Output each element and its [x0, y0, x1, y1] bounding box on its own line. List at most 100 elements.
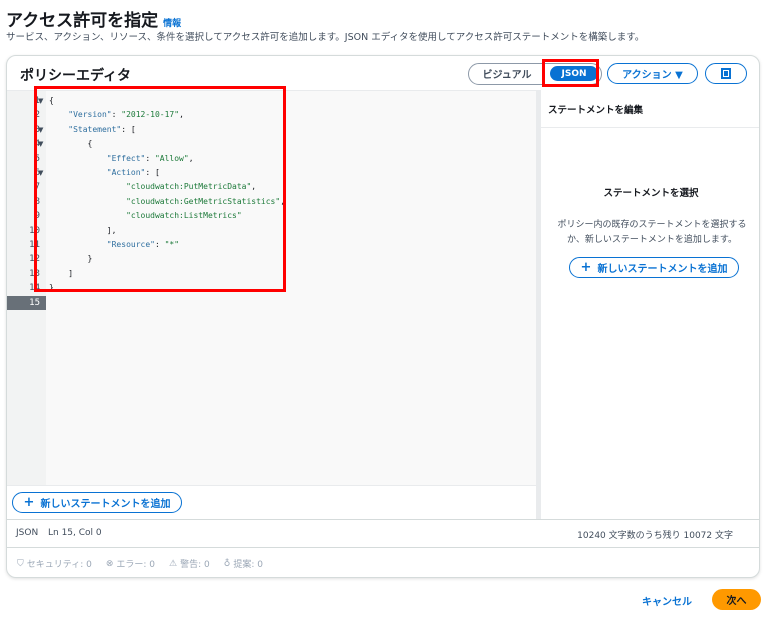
fullscreen-button[interactable] [705, 63, 747, 84]
code-token: "Effect" [106, 153, 146, 163]
code-token: , [280, 196, 286, 206]
plus-icon: + [23, 495, 35, 510]
code-token: : [145, 153, 155, 163]
code-token: ] [49, 268, 74, 278]
json-mode-button[interactable]: JSON [550, 66, 598, 81]
warning-count[interactable]: ⚠ 警告: 0 [169, 557, 210, 571]
code-token: ], [49, 225, 117, 235]
info-link[interactable]: 情報 [163, 16, 181, 29]
fullscreen-icon [721, 68, 731, 79]
code-line: { [49, 94, 529, 108]
page-title: アクセス許可を指定 [6, 11, 159, 31]
policy-editor-card: ポリシーエディタ ビジュアル JSON アクション ▼ 1 ▼ 2 3 ▼ 4 ▼ 5 6 ▼ 7 8… [6, 55, 760, 578]
line-number: 14 [29, 283, 40, 294]
code-line: "Resource": "*" [49, 238, 529, 252]
empty-title: ステートメントを選択 [603, 188, 699, 199]
line-number: 8 [34, 196, 40, 207]
code-line: "Effect": "Allow", [49, 152, 529, 166]
line-number: 13 [29, 268, 40, 279]
plus-icon: + [580, 260, 592, 275]
code-token: "Statement" [68, 124, 122, 134]
code-token: : [111, 110, 122, 120]
fold-arrow-icon[interactable]: ▼ [38, 140, 43, 148]
panel-add-statement-button[interactable]: + 新しいステートメントを追加 [569, 257, 739, 278]
code-token: , [251, 182, 257, 192]
code-token: { [49, 96, 54, 105]
code-line: "cloudwatch:PutMetricData", [49, 180, 529, 194]
line-number: 9 [34, 211, 40, 222]
code-line: } [49, 252, 529, 266]
cursor-position: Ln 15, Col 0 [48, 528, 102, 538]
security-count[interactable]: ⛉ セキュリティ: 0 [17, 557, 92, 571]
issues-bar: ⛉ セキュリティ: 0 ⊗ エラー: 0 ⚠ 警告: 0 ♁ 提案: 0 [7, 547, 759, 577]
code-editor[interactable]: 1 ▼ 2 3 ▼ 4 ▼ 5 6 ▼ 7 8 9 10 11 12 13 14 15 { "Version": "… [7, 90, 536, 485]
error-icon: ⊗ [105, 558, 114, 569]
code-token: "cloudwatch:PutMetricData" [126, 182, 252, 192]
line-number: 2 [34, 110, 40, 121]
code-line: "cloudwatch:ListMetrics" [49, 209, 529, 223]
line-number: 10 [29, 225, 40, 236]
line-number: 5 [34, 153, 40, 164]
code-token: "*" [164, 240, 180, 249]
line-gutter: 1 ▼ 2 3 ▼ 4 ▼ 5 6 ▼ 7 8 9 10 11 12 13 14 15 [7, 91, 46, 485]
code-line: "Action": [ [49, 166, 529, 180]
next-button[interactable]: 次へ [712, 589, 761, 610]
page-title-row: アクセス許可を指定 情報 [6, 6, 181, 31]
code-token: "Version" [68, 110, 112, 120]
language-label: JSON [16, 528, 39, 538]
code-token: : [ [145, 168, 160, 177]
statement-panel-title: ステートメントを編集 [541, 90, 759, 128]
page-description: サービス、アクション、リソース、条件を選択してアクセス許可を追加します。JSON… [6, 32, 645, 43]
code-token: { [49, 139, 93, 149]
warning-icon: ⚠ [169, 558, 178, 569]
line-number: 7 [34, 182, 40, 193]
shield-icon: ⛉ [17, 558, 24, 569]
code-line: "Version": "2012-10-17", [49, 108, 529, 122]
code-token: "cloudwatch:GetMetricStatistics" [126, 196, 281, 206]
code-line: { [49, 137, 529, 151]
suggestion-count[interactable]: ♁ 提案: 0 [223, 557, 263, 571]
code-token: , [179, 110, 184, 120]
line-number: 12 [29, 254, 40, 265]
add-statement-row: + 新しいステートメントを追加 [7, 485, 536, 519]
code-line: } [49, 281, 529, 295]
code-token: "Action" [106, 168, 146, 177]
fold-arrow-icon[interactable]: ▼ [38, 169, 43, 177]
code-line: "cloudwatch:GetMetricStatistics", [49, 195, 529, 209]
status-bar: JSON Ln 15, Col 0 10240 文字数のうち残り 10072 文… [7, 519, 759, 547]
fold-arrow-icon[interactable]: ▼ [38, 126, 43, 134]
code-line: ] [49, 267, 529, 281]
add-statement-button[interactable]: + 新しいステートメントを追加 [12, 492, 182, 513]
code-token: "2012-10-17" [121, 110, 180, 120]
line-number: 15 [7, 295, 46, 310]
code-token: "Allow" [154, 153, 189, 163]
error-count[interactable]: ⊗ エラー: 0 [105, 557, 155, 571]
code-token: : [ [121, 124, 136, 134]
code-token: } [49, 254, 93, 264]
actions-dropdown[interactable]: アクション ▼ [607, 63, 698, 84]
card-title: ポリシーエディタ [20, 68, 132, 84]
code-token: } [49, 283, 54, 293]
mode-toggle: ビジュアル JSON [468, 63, 602, 85]
code-token: : [154, 240, 165, 249]
statement-panel: ステートメントを編集 ステートメントを選択 ポリシー内の既存のステートメントを選… [541, 90, 759, 519]
visual-mode-button[interactable]: ビジュアル [469, 64, 545, 83]
empty-text: ポリシー内の既存のステートメントを選択するか、新しいステートメントを追加します。 [557, 220, 747, 245]
code-token: "Resource" [106, 240, 155, 249]
fold-arrow-icon[interactable]: ▼ [38, 97, 43, 105]
code-line: "Statement": [ [49, 123, 529, 137]
code-token: , [188, 153, 194, 163]
cancel-button[interactable]: キャンセル [642, 593, 692, 608]
code-token: "cloudwatch:ListMetrics" [126, 211, 242, 221]
line-number: 11 [29, 240, 40, 250]
lightbulb-icon: ♁ [223, 558, 231, 569]
